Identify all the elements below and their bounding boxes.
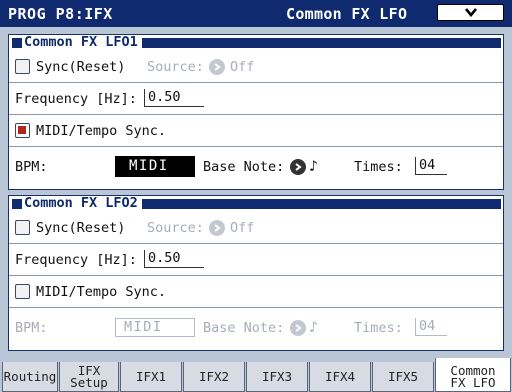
lfo2-source-label: Source: bbox=[147, 220, 204, 236]
tab-routing[interactable]: Routing bbox=[2, 362, 58, 392]
tab-label-line2: Setup bbox=[70, 374, 108, 390]
lfo1-base-note-arrow-icon[interactable] bbox=[290, 159, 306, 175]
lfo1-panel: Common FX LFO1 Sync(Reset) Source: Off F… bbox=[8, 34, 504, 190]
lfo1-source-label: Source: bbox=[147, 59, 204, 75]
lfo1-midi-sync-label: MIDI/Tempo Sync. bbox=[36, 123, 167, 139]
lfo2-base-note-label: Base Note: bbox=[203, 320, 285, 336]
page-title: PROG P8:IFX bbox=[8, 5, 113, 23]
tab-label: IFX3 bbox=[261, 368, 293, 384]
page-name: Common FX LFO bbox=[286, 5, 408, 23]
tab-common-fx-lfo[interactable]: Common FX LFO bbox=[435, 358, 511, 392]
tab-ifx1[interactable]: IFX1 bbox=[120, 362, 182, 392]
tab-ifx3[interactable]: IFX3 bbox=[246, 362, 308, 392]
tab-ifx-setup[interactable]: IFX Setup bbox=[59, 362, 119, 392]
lfo1-midi-sync-checkbox[interactable] bbox=[15, 123, 30, 138]
lfo2-base-note-symbol: ♪ bbox=[309, 318, 319, 336]
lfo1-times-field[interactable]: 04 bbox=[415, 157, 447, 175]
lfo2-sync-row: Sync(Reset) Source: Off bbox=[9, 212, 503, 244]
lfo2-bpm-field[interactable]: MIDI bbox=[115, 318, 195, 337]
lfo2-sync-label: Sync(Reset) bbox=[36, 220, 126, 236]
lfo1-bpm-field[interactable]: MIDI bbox=[115, 156, 195, 177]
lfo2-frequency-field[interactable]: 0.50 bbox=[144, 250, 204, 268]
lfo1-frequency-label: Frequency [Hz]: bbox=[15, 91, 137, 107]
lfo2-sync-checkbox[interactable] bbox=[15, 220, 30, 235]
chevron-down-icon bbox=[464, 8, 477, 17]
lfo1-base-note-label: Base Note: bbox=[203, 159, 285, 175]
panel-header-bar bbox=[141, 37, 501, 48]
tab-label: IFX1 bbox=[135, 368, 167, 384]
tab-label: Routing bbox=[3, 368, 57, 384]
lfo1-bpm-label: BPM: bbox=[15, 159, 48, 175]
page-menu-button[interactable] bbox=[437, 4, 504, 21]
lfo2-title: Common FX LFO2 bbox=[22, 196, 142, 211]
lfo1-midi-sync-row: MIDI/Tempo Sync. bbox=[9, 115, 503, 147]
tab-ifx5[interactable]: IFX5 bbox=[372, 362, 434, 392]
title-bar: PROG P8:IFX Common FX LFO bbox=[0, 0, 512, 27]
lfo1-header: Common FX LFO1 bbox=[9, 35, 503, 50]
lfo1-sync-checkbox[interactable] bbox=[15, 59, 30, 74]
lfo2-midi-sync-label: MIDI/Tempo Sync. bbox=[36, 284, 167, 300]
lfo1-source-arrow-icon[interactable] bbox=[209, 59, 225, 75]
panel-marker bbox=[12, 198, 22, 209]
lfo2-bpm-label: BPM: bbox=[15, 320, 48, 336]
lfo1-sync-row: Sync(Reset) Source: Off bbox=[9, 51, 503, 83]
lfo2-midi-sync-row: MIDI/Tempo Sync. bbox=[9, 276, 503, 308]
lfo2-frequency-label: Frequency [Hz]: bbox=[15, 252, 137, 268]
tab-label: IFX4 bbox=[324, 368, 356, 384]
tab-ifx2[interactable]: IFX2 bbox=[183, 362, 245, 392]
lfo1-sync-label: Sync(Reset) bbox=[36, 59, 126, 75]
panel-marker bbox=[12, 37, 22, 48]
lfo2-frequency-row: Frequency [Hz]: 0.50 bbox=[9, 244, 503, 276]
lfo1-base-note-symbol: ♪ bbox=[309, 157, 319, 175]
lfo1-frequency-field[interactable]: 0.50 bbox=[144, 89, 204, 107]
lfo2-base-note-arrow-icon[interactable] bbox=[290, 320, 306, 336]
lfo2-source-value: Off bbox=[230, 220, 255, 236]
lfo2-times-field[interactable]: 04 bbox=[415, 318, 447, 336]
tab-label-line2: FX LFO bbox=[450, 374, 496, 390]
lfo1-source-value: Off bbox=[230, 59, 255, 75]
tab-ifx4[interactable]: IFX4 bbox=[309, 362, 371, 392]
lfo2-midi-sync-checkbox[interactable] bbox=[15, 284, 30, 299]
lfo1-bpm-row: BPM: MIDI Base Note: ♪ Times: 04 bbox=[9, 147, 503, 179]
lfo2-header: Common FX LFO2 bbox=[9, 196, 503, 211]
tab-label: IFX5 bbox=[387, 368, 419, 384]
screen: PROG P8:IFX Common FX LFO Common FX LFO1… bbox=[0, 0, 512, 392]
lfo2-times-label: Times: bbox=[354, 320, 403, 336]
page-tabs: Routing IFX Setup IFX1 IFX2 IFX3 IFX4 IF… bbox=[0, 358, 512, 392]
lfo2-source-arrow-icon[interactable] bbox=[209, 220, 225, 236]
lfo1-frequency-row: Frequency [Hz]: 0.50 bbox=[9, 83, 503, 115]
lfo2-bpm-row: BPM: MIDI Base Note: ♪ Times: 04 bbox=[9, 308, 503, 340]
tab-label: IFX2 bbox=[198, 368, 230, 384]
lfo1-title: Common FX LFO1 bbox=[22, 35, 142, 50]
lfo2-panel: Common FX LFO2 Sync(Reset) Source: Off F… bbox=[8, 195, 504, 351]
panel-header-bar bbox=[141, 198, 501, 209]
lfo1-times-label: Times: bbox=[354, 159, 403, 175]
